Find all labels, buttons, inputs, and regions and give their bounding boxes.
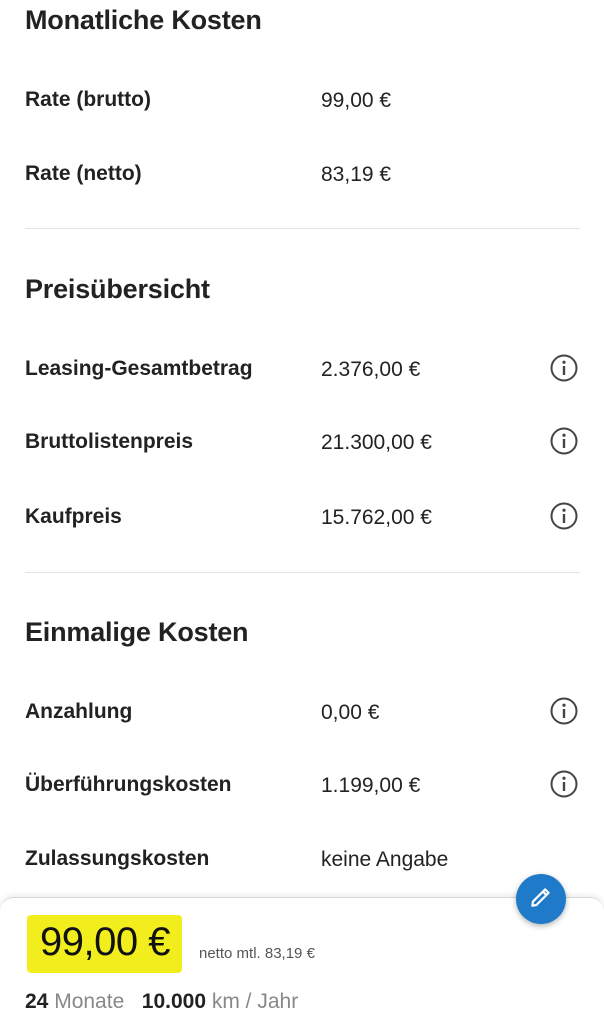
row-label: Rate (brutto) [25, 88, 151, 111]
contract-terms: 24 Monate 10.000 km / Jahr [25, 990, 298, 1014]
row-value: 1.199,00 € [321, 774, 421, 797]
monthly-price: 99,00 € [40, 920, 170, 964]
row-label: Leasing-Gesamtbetrag [25, 357, 253, 380]
netto-price: netto mtl. 83,19 € [199, 945, 315, 962]
row-value: 15.762,00 € [321, 506, 432, 529]
section-title-monthly: Monatliche Kosten [25, 5, 262, 35]
info-circle-icon[interactable] [549, 501, 579, 531]
price-summary-bar: 99,00 € netto mtl. 83,19 € 24 Monate 10.… [0, 897, 604, 1024]
edit-button[interactable] [516, 874, 566, 924]
row-value: 2.376,00 € [321, 358, 421, 381]
info-circle-icon[interactable] [549, 353, 579, 383]
row-label: Anzahlung [25, 700, 133, 723]
row-rate-netto: Rate (netto) 83,19 € [25, 154, 585, 194]
row-value: 21.300,00 € [321, 431, 432, 454]
section-title-onetime: Einmalige Kosten [25, 617, 249, 647]
row-rate-brutto: Rate (brutto) 99,00 € [25, 80, 585, 120]
km-value: 10.000 [141, 990, 206, 1013]
details-content: Monatliche Kosten Rate (brutto) 99,00 € … [0, 0, 604, 900]
divider [25, 228, 580, 229]
row-label: Überführungskosten [25, 773, 232, 796]
row-label: Kaufpreis [25, 505, 122, 528]
row-value: keine Angabe [321, 848, 449, 871]
row-leasing-gesamtbetrag: Leasing-Gesamtbetrag 2.376,00 € [25, 349, 585, 389]
row-label: Rate (netto) [25, 162, 142, 185]
row-ueberfuehrungskosten: Überführungskosten 1.199,00 € [25, 765, 585, 805]
info-circle-icon[interactable] [549, 769, 579, 799]
row-value: 0,00 € [321, 701, 380, 724]
info-circle-icon[interactable] [549, 696, 579, 726]
section-title-overview: Preisübersicht [25, 274, 210, 304]
row-value: 83,19 € [321, 163, 392, 186]
row-label: Bruttolistenpreis [25, 430, 194, 453]
divider [25, 572, 580, 573]
row-kaufpreis: Kaufpreis 15.762,00 € [25, 497, 585, 537]
row-value: 99,00 € [321, 89, 392, 112]
pencil-icon [528, 884, 554, 915]
months-value: 24 [25, 990, 49, 1013]
km-unit: km / Jahr [211, 990, 299, 1013]
row-anzahlung: Anzahlung 0,00 € [25, 692, 585, 732]
info-circle-icon[interactable] [549, 426, 579, 456]
months-unit: Monate [54, 990, 125, 1013]
row-bruttolistenpreis: Bruttolistenpreis 21.300,00 € [25, 422, 585, 462]
row-zulassungskosten: Zulassungskosten keine Angabe [25, 839, 585, 879]
row-label: Zulassungskosten [25, 847, 210, 870]
